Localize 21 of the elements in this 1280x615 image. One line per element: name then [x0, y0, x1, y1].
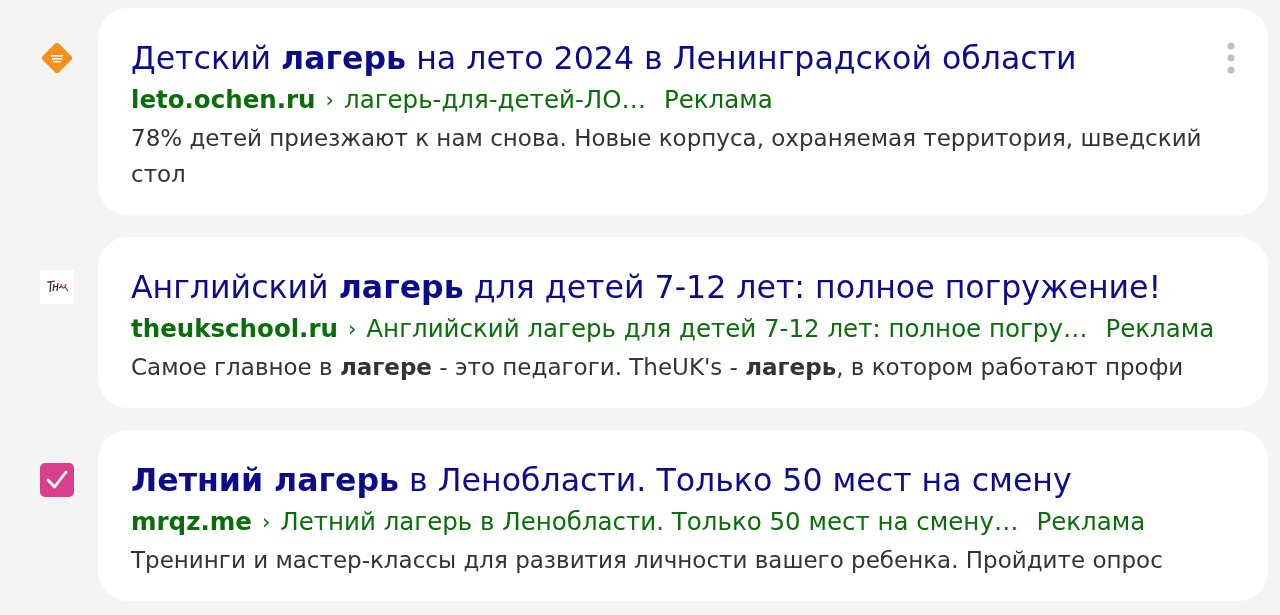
- domain-link[interactable]: theukschool.ru: [131, 309, 338, 349]
- ad-title-link[interactable]: Летний лагерь в Ленобласти. Только 50 мест на смену: [131, 458, 1072, 502]
- ad-title-link[interactable]: Детский лагерь на лето 2024 в Ленинградской области: [131, 36, 1077, 80]
- ad-label: Реклама: [663, 84, 773, 116]
- ad-title-link[interactable]: Английский лагерь для детей 7-12 лет: полное погружение!: [131, 265, 1162, 309]
- ad-snippet: Самое главное в лагере - это педагоги. TheUK's - лагерь, в котором работают профи: [131, 353, 1185, 382]
- domain-link[interactable]: mrqz.me: [131, 502, 252, 542]
- ad-snippet: 78% детей приезжают к нам снова. Новые корпуса, охраняемая территория, шведский стол: [131, 124, 1203, 189]
- url-path-link[interactable]: Английский лагерь для детей 7-12 лет: полное погру…: [366, 309, 1088, 349]
- domain-link[interactable]: leto.ochen.ru: [131, 80, 316, 120]
- breadcrumb-separator: ›: [325, 87, 334, 114]
- url-path-link[interactable]: лагерь-для-детей-ЛО…: [343, 80, 646, 120]
- breadcrumb-separator: ›: [347, 316, 357, 343]
- ad-label: Реклама: [1036, 506, 1146, 538]
- url-path-link[interactable]: Летний лагерь в Ленобласти. Только 50 мест на смену…: [280, 502, 1019, 542]
- check-square-icon: [40, 463, 74, 497]
- ad-snippet: Тренинги и мастер-классы для развития личности вашего ребенка. Пройдите опрос: [131, 546, 1164, 575]
- more-icon: [1227, 42, 1235, 74]
- logo-icon: [40, 270, 74, 304]
- breadcrumb-separator: ›: [261, 509, 271, 536]
- ad-label: Реклама: [1105, 313, 1215, 345]
